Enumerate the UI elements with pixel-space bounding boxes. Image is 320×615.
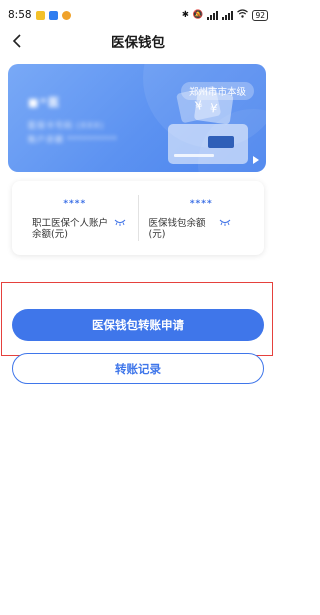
status-left: 8:58 (8, 9, 71, 21)
mute-icon: 🔕 (192, 10, 204, 20)
transfer-records-button[interactable]: 转账记录 (12, 353, 264, 384)
transfer-application-button[interactable]: 医保钱包转账申请 (12, 309, 264, 341)
medical-insurance-card[interactable]: ¥ ¥ 郑州市市本级 ■*医 医保卡号码 (XXX) 账户余额 ********… (8, 64, 266, 172)
nav-bar: 医保钱包 (0, 28, 276, 54)
bluetooth-icon: ✱ (181, 10, 189, 20)
card-holder-name: ■*医 (28, 96, 62, 109)
back-button[interactable] (8, 32, 26, 50)
wifi-icon (237, 9, 249, 21)
signal-icon (207, 10, 219, 20)
eye-closed-icon[interactable] (114, 219, 126, 227)
status-time: 8:58 (8, 9, 32, 21)
status-right: ✱ 🔕 92 (182, 9, 268, 21)
balance-label: 医保钱包余额(元) (148, 218, 206, 240)
notification-app-icon (35, 10, 45, 20)
status-bar: 8:58 ✱ 🔕 92 (0, 0, 276, 30)
region-badge: 郑州市市本级 (180, 82, 254, 100)
signal-icon (222, 10, 234, 20)
wallet-balance[interactable]: **** 医保钱包余额(元) (139, 181, 265, 255)
personal-account-balance[interactable]: **** 职工医保个人账户余额(元) (12, 181, 138, 255)
card-number-line: 医保卡号码 (XXX) (28, 121, 105, 130)
card-illustration: ¥ ¥ (143, 64, 266, 172)
balance-amount: **** (63, 199, 87, 209)
play-icon (253, 156, 259, 164)
page-title: 医保钱包 (111, 35, 165, 51)
balance-panel: **** 职工医保个人账户余额(元) **** 医保钱包余额(元) (12, 181, 264, 255)
notification-app-icon (61, 10, 71, 20)
balance-amount: **** (189, 199, 213, 209)
balance-label: 职工医保个人账户余额(元) (32, 218, 109, 240)
card-info-line: 账户余额 ********** (28, 135, 118, 144)
eye-closed-icon[interactable] (219, 219, 231, 227)
battery-indicator: 92 (252, 9, 268, 21)
chevron-left-icon (12, 34, 21, 48)
notification-app-icon (48, 10, 58, 20)
